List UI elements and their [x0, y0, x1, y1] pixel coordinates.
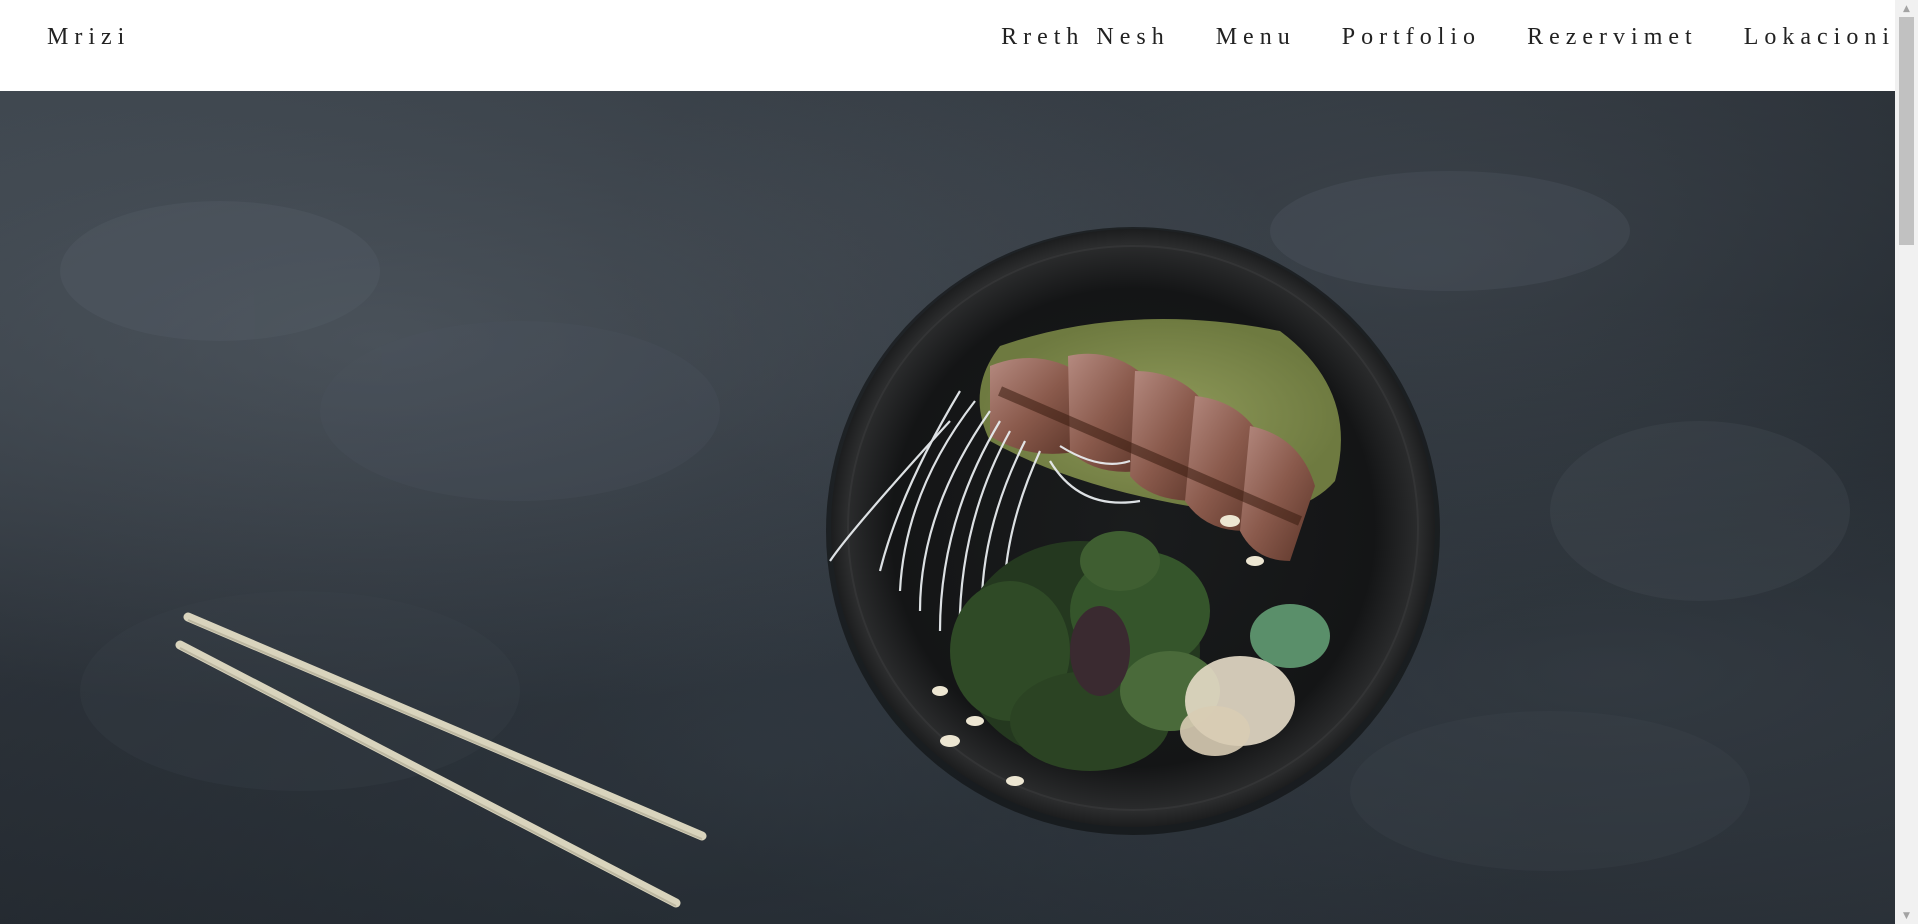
nav-item-portfolio[interactable]: Portfolio	[1342, 24, 1481, 56]
nav-item-lokacioni[interactable]: Lokacioni	[1744, 24, 1895, 56]
nav-item-menu[interactable]: Menu	[1216, 24, 1296, 56]
food-bowl	[826, 227, 1440, 835]
page-scrollbar[interactable]: ▲ ▼	[1895, 0, 1918, 924]
brand-logo[interactable]: Mrizi	[47, 24, 130, 51]
nav-item-rezervimet[interactable]: Rezervimet	[1527, 24, 1698, 56]
hero-food-image	[60, 171, 1850, 908]
scroll-up-arrow-icon[interactable]: ▲	[1895, 0, 1918, 17]
main-nav: Rreth Nesh Menu Portfolio Rezervimet Lok…	[955, 24, 1895, 56]
wasabi	[1250, 604, 1330, 668]
nav-item-rreth-nesh[interactable]: Rreth Nesh	[1001, 24, 1170, 56]
scroll-down-arrow-icon[interactable]: ▼	[1895, 907, 1918, 924]
site-header: Mrizi Rreth Nesh Menu Portfolio Rezervim…	[0, 0, 1895, 91]
scroll-thumb[interactable]	[1899, 17, 1914, 245]
hero-banner	[0, 91, 1895, 924]
